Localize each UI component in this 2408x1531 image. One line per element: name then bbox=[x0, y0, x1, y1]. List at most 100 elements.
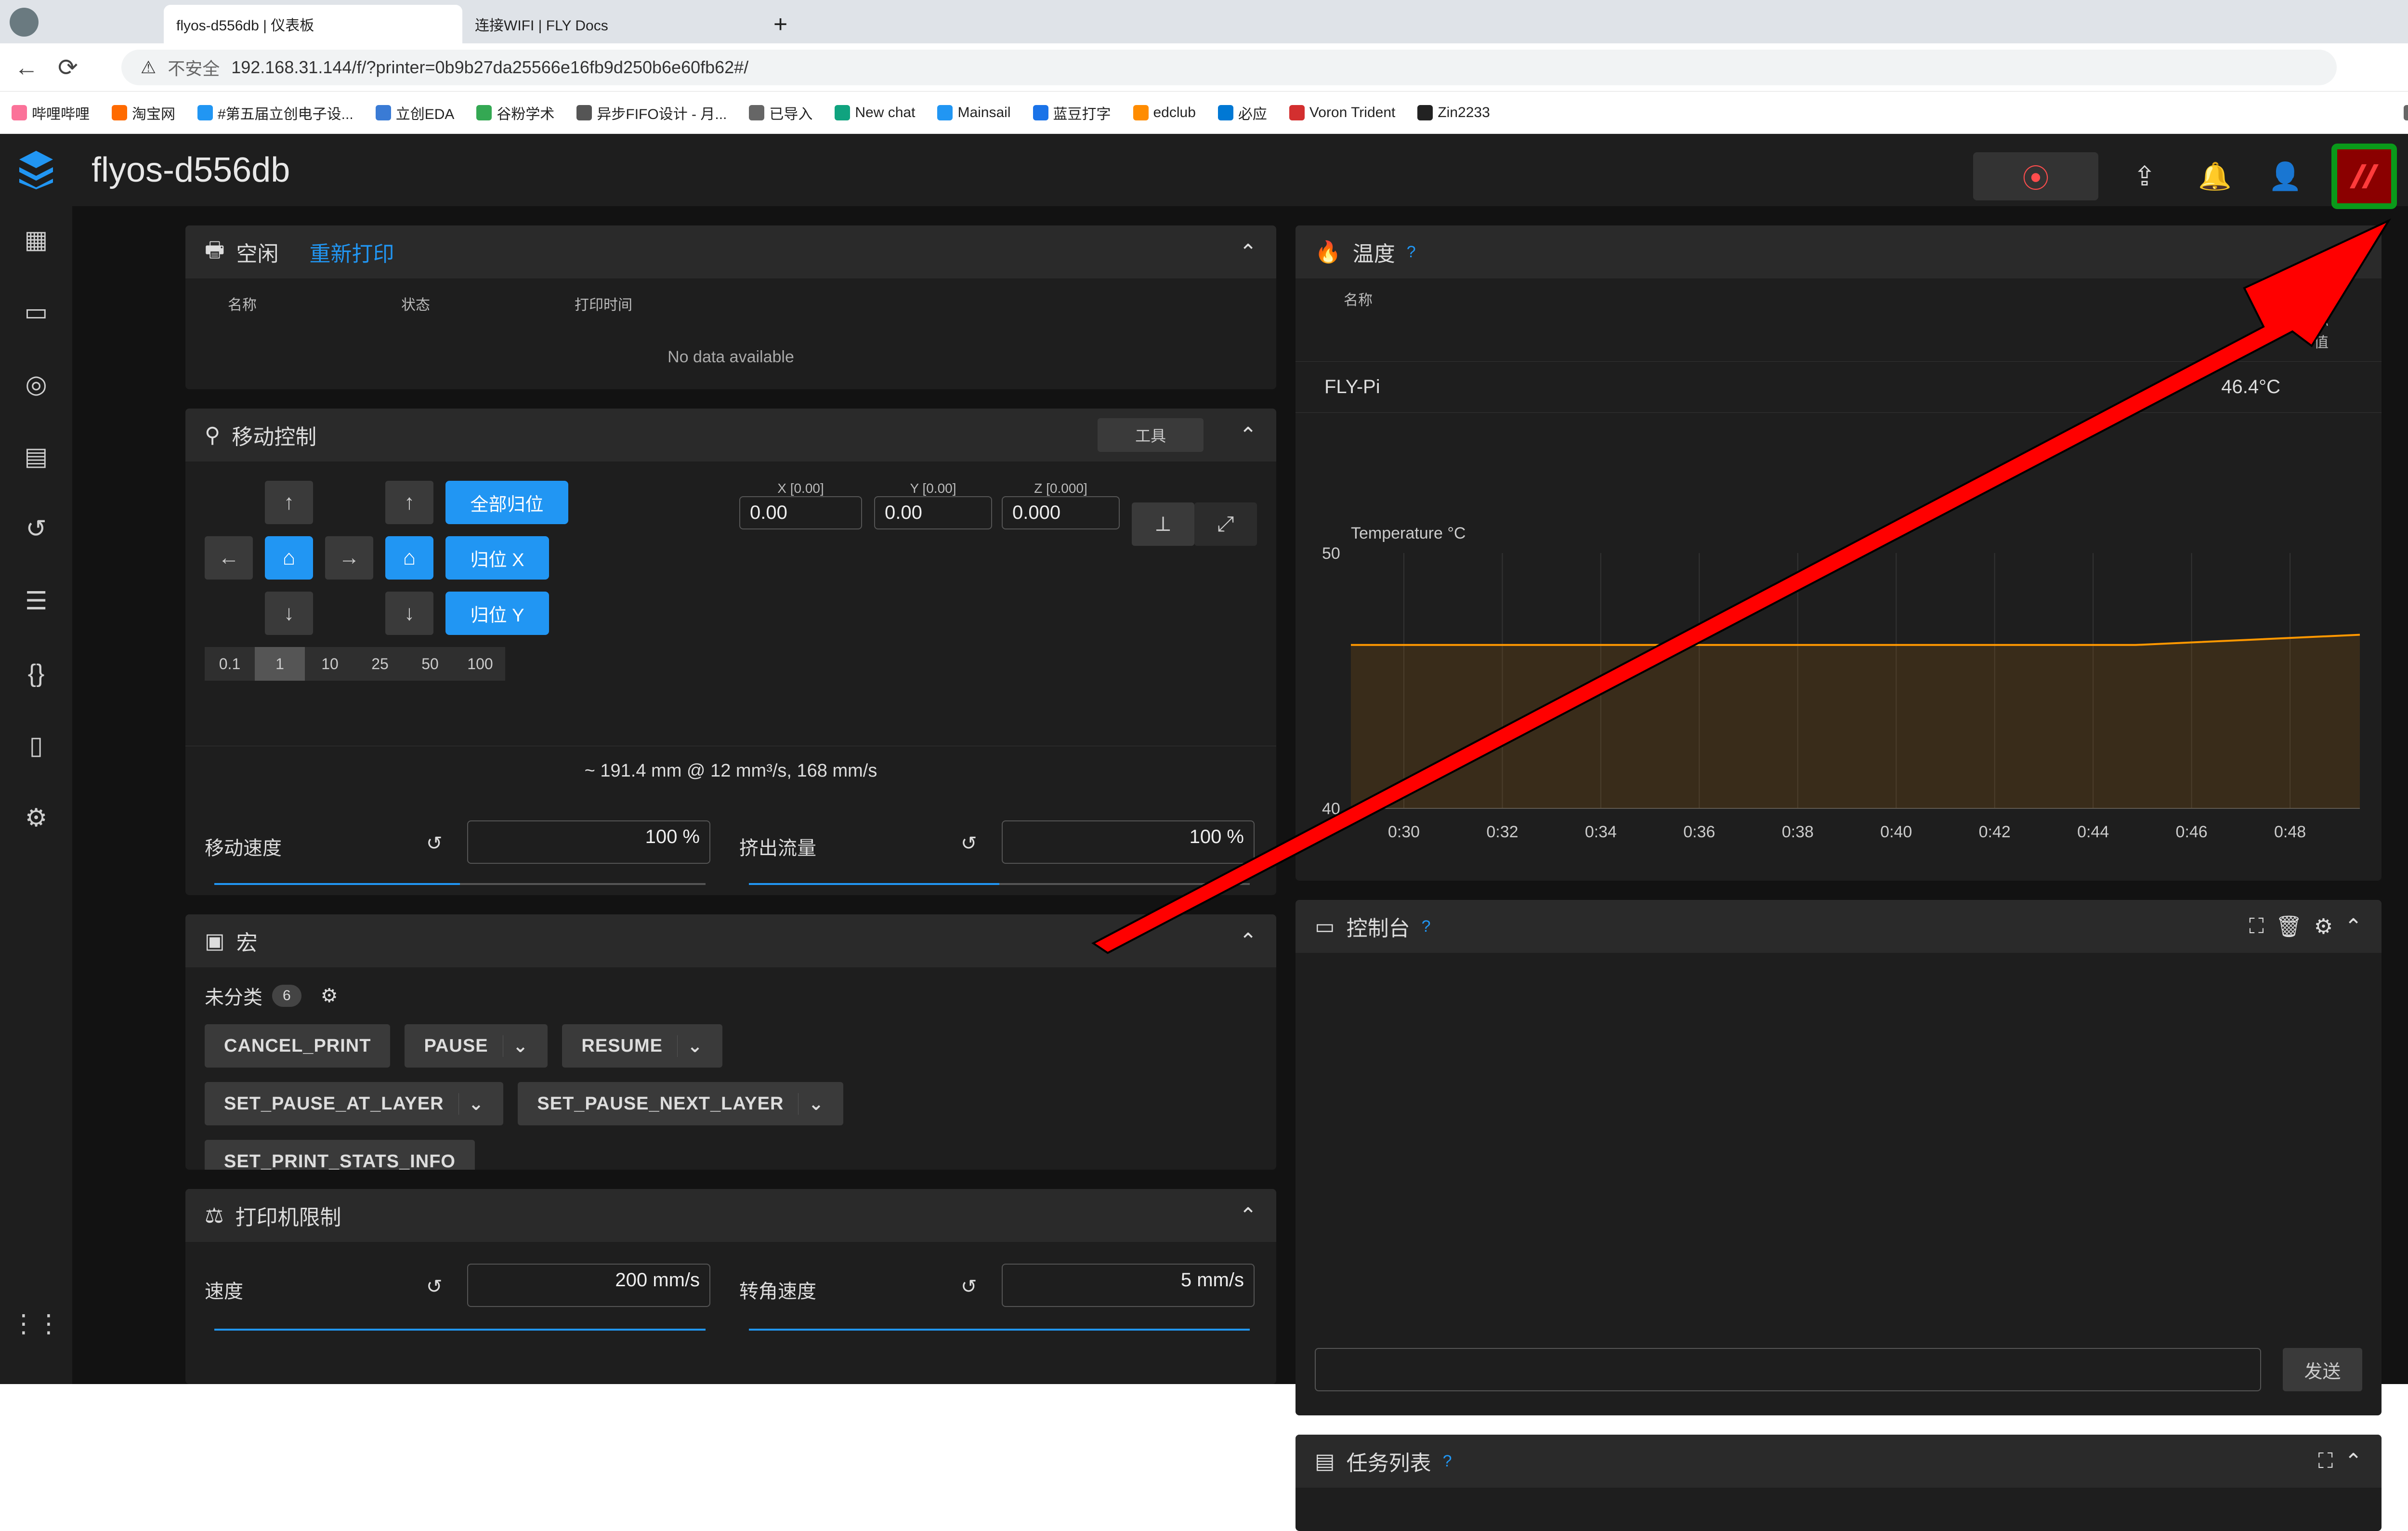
bookmark-item[interactable]: Mainsail bbox=[937, 105, 1011, 121]
x-plus-button[interactable]: → bbox=[325, 536, 373, 580]
macro-button[interactable]: RESUME ⌄ bbox=[562, 1024, 722, 1068]
velocity-input[interactable]: 200 mm/s bbox=[467, 1264, 710, 1307]
bookmark-item[interactable]: 异步FIFO设计 - 月... bbox=[576, 102, 727, 123]
z-plus-button[interactable]: ↑ bbox=[385, 481, 433, 524]
col-name[interactable]: 名称 bbox=[228, 293, 257, 314]
collapse-icon[interactable]: ⌃ bbox=[1239, 929, 1257, 953]
delete-icon[interactable]: 🗑 bbox=[2276, 914, 2303, 939]
step-button[interactable]: 50 bbox=[405, 647, 455, 681]
webcam-icon[interactable]: ◎ bbox=[17, 365, 55, 404]
console-input[interactable] bbox=[1315, 1348, 2261, 1391]
collapse-icon[interactable]: ⌃ bbox=[1239, 240, 1257, 264]
emergency-stop-button[interactable]: ⦿ bbox=[1973, 152, 2098, 200]
chevron-down-icon[interactable]: ⌄ bbox=[502, 1035, 529, 1057]
bookmark-item[interactable]: 蓝豆打字 bbox=[1033, 102, 1111, 123]
fullscreen-icon[interactable]: ⛶ bbox=[2249, 914, 2264, 938]
macro-button[interactable]: PAUSE ⌄ bbox=[405, 1024, 548, 1068]
bookmark-item[interactable]: Zin2233 bbox=[1417, 105, 1490, 121]
profile-avatar[interactable] bbox=[10, 8, 39, 37]
step-button[interactable]: 25 bbox=[355, 647, 405, 681]
bookmark-item[interactable]: 哔哩哔哩 bbox=[12, 102, 90, 123]
y-minus-button[interactable]: ↓ bbox=[265, 592, 313, 635]
macro-button[interactable]: CANCEL_PRINT bbox=[205, 1024, 391, 1068]
machine-icon[interactable]: ▯ bbox=[17, 726, 55, 765]
position-mode-button[interactable]: ⟂ bbox=[1132, 502, 1194, 546]
collapse-icon[interactable]: ⌃ bbox=[2344, 1449, 2362, 1474]
back-icon[interactable]: ← bbox=[14, 53, 39, 81]
gear-icon[interactable]: ⚙ bbox=[2314, 914, 2333, 939]
upload-icon[interactable]: ⇪ bbox=[2120, 152, 2169, 200]
collapse-icon[interactable]: ⌃ bbox=[1239, 1203, 1257, 1228]
tools-dropdown[interactable]: 工具 bbox=[1098, 418, 1204, 452]
help-icon[interactable]: ? bbox=[1407, 243, 1416, 262]
reset-velocity-icon[interactable]: ↺ bbox=[426, 1276, 443, 1298]
reprint-tab[interactable]: 重新打印 bbox=[310, 237, 394, 267]
mainsail-logo-icon[interactable] bbox=[0, 134, 72, 206]
bookmark-item[interactable]: edclub bbox=[1133, 105, 1196, 121]
home-xy-button[interactable]: ⌂ bbox=[265, 536, 313, 580]
macro-button[interactable]: SET_PAUSE_AT_LAYER ⌄ bbox=[205, 1082, 504, 1125]
step-button[interactable]: 0.1 bbox=[205, 647, 255, 681]
macro-button[interactable]: SET_PAUSE_NEXT_LAYER ⌄ bbox=[518, 1082, 844, 1125]
url-field[interactable]: ⚠ 不安全 192.168.31.144/f/?printer=0b9b27da… bbox=[121, 49, 2337, 85]
reset-flow-icon[interactable]: ↺ bbox=[961, 832, 977, 855]
reset-corner-icon[interactable]: ↺ bbox=[961, 1276, 977, 1298]
console-icon[interactable]: ▭ bbox=[17, 293, 55, 331]
corner-slider[interactable] bbox=[749, 1329, 1250, 1331]
home-y-button[interactable]: 归位 Y bbox=[445, 592, 549, 635]
chevron-down-icon[interactable]: ⌄ bbox=[677, 1035, 703, 1057]
home-z-button[interactable]: ⌂ bbox=[385, 536, 433, 580]
chevron-down-icon[interactable]: ⌄ bbox=[798, 1093, 824, 1115]
x-minus-button[interactable]: ← bbox=[205, 536, 253, 580]
collapse-icon[interactable]: ⌃ bbox=[1239, 423, 1257, 448]
macros-icon[interactable]: {} bbox=[17, 654, 55, 693]
bookmark-item[interactable]: Voron Trident bbox=[1289, 105, 1395, 121]
bookmark-item[interactable]: 必应 bbox=[1217, 102, 1267, 123]
macro-button[interactable]: SET_PRINT_STATS_INFO bbox=[205, 1140, 475, 1170]
bookmark-item[interactable]: 其他收藏夹 bbox=[2404, 102, 2408, 123]
history-icon[interactable]: ↺ bbox=[17, 510, 55, 548]
new-tab-button[interactable]: + bbox=[761, 5, 800, 43]
y-plus-button[interactable]: ↑ bbox=[265, 481, 313, 524]
velocity-slider[interactable] bbox=[214, 1329, 706, 1331]
flow-input[interactable]: 100 % bbox=[1002, 820, 1255, 864]
col-time[interactable]: 打印时间 bbox=[575, 293, 632, 314]
settings-icon[interactable]: ⚙ bbox=[17, 799, 55, 837]
tab-fly-docs[interactable]: 连接WIFI | FLY Docs bbox=[462, 5, 761, 43]
tab-dashboard[interactable]: flyos-d556db | 仪表板 bbox=[164, 5, 462, 43]
bookmark-item[interactable]: New chat bbox=[835, 105, 915, 121]
bookmark-item[interactable]: 立创EDA bbox=[375, 102, 454, 123]
files-icon[interactable]: ▤ bbox=[17, 437, 55, 476]
gear-icon[interactable]: ⚙ bbox=[321, 985, 338, 1007]
step-button[interactable]: 100 bbox=[455, 647, 505, 681]
bookmark-item[interactable]: #第五届立创电子设... bbox=[197, 102, 353, 123]
dashboard-icon[interactable]: ▦ bbox=[17, 221, 55, 259]
flow-slider[interactable] bbox=[749, 883, 1250, 885]
collapse-icon[interactable]: ⌃ bbox=[2344, 914, 2362, 939]
step-button[interactable]: 1 bbox=[255, 647, 305, 681]
fullscreen-icon[interactable]: ⛶ bbox=[2318, 1449, 2333, 1473]
expand-button[interactable]: ⤢ bbox=[1194, 502, 1257, 546]
col-status[interactable]: 状态 bbox=[401, 293, 430, 314]
z-minus-button[interactable]: ↓ bbox=[385, 592, 433, 635]
bookmark-item[interactable]: 已导入 bbox=[749, 102, 812, 123]
square-corner-input[interactable]: 5 mm/s bbox=[1002, 1264, 1255, 1307]
z-input[interactable]: 0.000 bbox=[1002, 496, 1120, 529]
send-button[interactable]: 发送 bbox=[2283, 1348, 2362, 1391]
home-x-button[interactable]: 归位 X bbox=[445, 536, 549, 580]
reload-icon[interactable]: ⟳ bbox=[58, 53, 78, 81]
grid-icon[interactable]: ⋮⋮ bbox=[11, 1305, 61, 1343]
speed-slider[interactable] bbox=[214, 883, 706, 885]
voron-logo-icon[interactable] bbox=[2331, 144, 2397, 209]
sensor-row[interactable]: FLY-Pi 46.4°C bbox=[1296, 361, 2382, 413]
bookmark-item[interactable]: 谷粉学术 bbox=[476, 102, 554, 123]
collapse-icon[interactable]: ⌃ bbox=[2344, 240, 2362, 264]
tune-icon[interactable]: ☰ bbox=[17, 582, 55, 620]
help-icon[interactable]: ? bbox=[1443, 1452, 1452, 1471]
bookmark-item[interactable]: 淘宝网 bbox=[112, 102, 175, 123]
reset-speed-icon[interactable]: ↺ bbox=[426, 832, 443, 855]
help-icon[interactable]: ? bbox=[1422, 917, 1431, 936]
user-icon[interactable]: 👤 bbox=[2261, 152, 2309, 200]
chevron-down-icon[interactable]: ⌄ bbox=[458, 1093, 484, 1115]
speed-input[interactable]: 100 % bbox=[467, 820, 710, 864]
